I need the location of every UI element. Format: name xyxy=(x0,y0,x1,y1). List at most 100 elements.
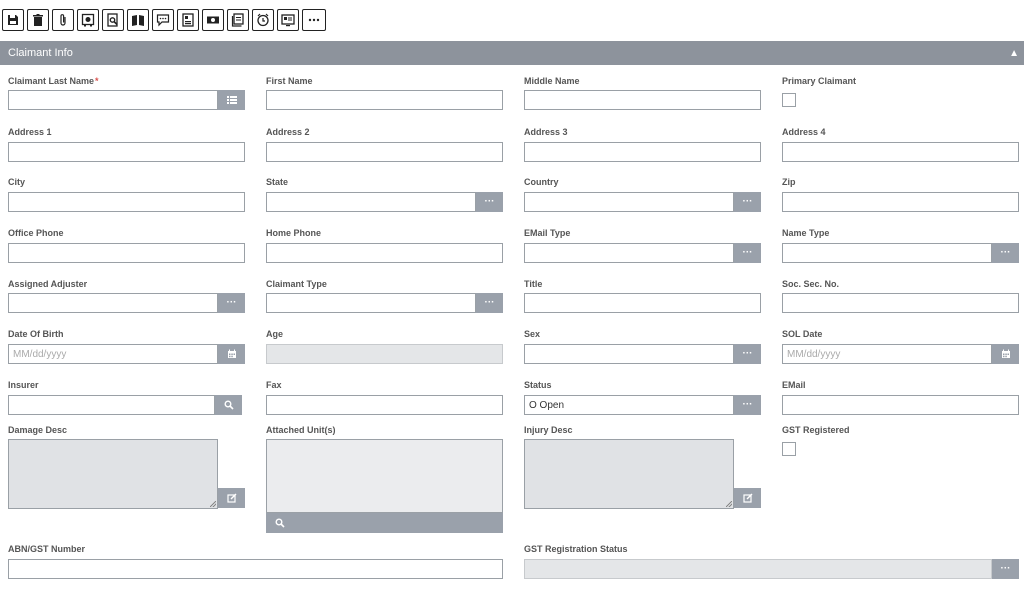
damage-desc-label: Damage Desc xyxy=(8,425,68,435)
more-icon xyxy=(308,18,320,22)
injury-desc-textarea[interactable] xyxy=(524,439,734,509)
age-label: Age xyxy=(266,329,284,339)
chevron-up-icon[interactable]: ▲ xyxy=(1009,41,1019,67)
ellipsis-icon: ··· xyxy=(742,247,753,258)
name-type-lookup-button[interactable]: ··· xyxy=(992,243,1019,263)
ellipsis-icon: ··· xyxy=(484,297,495,308)
sex-input[interactable] xyxy=(524,344,734,364)
claimant-type-lookup-button[interactable]: ··· xyxy=(476,293,503,313)
id-card-icon xyxy=(182,13,194,27)
document-search-button[interactable] xyxy=(102,9,124,31)
country-lookup-button[interactable]: ··· xyxy=(734,192,761,212)
adjuster-lookup-button[interactable]: ··· xyxy=(218,293,245,313)
resize-handle-icon[interactable] xyxy=(726,501,732,507)
primary-claimant-checkbox[interactable] xyxy=(782,93,796,107)
list-button[interactable] xyxy=(218,90,245,110)
zip-label: Zip xyxy=(782,177,796,187)
comment-button[interactable] xyxy=(152,9,174,31)
primary-claimant-label: Primary Claimant xyxy=(782,76,857,86)
attached-units-search-button[interactable] xyxy=(266,513,503,533)
middle-name-input[interactable] xyxy=(524,90,761,110)
country-label: Country xyxy=(524,177,559,187)
attach-button[interactable] xyxy=(52,9,74,31)
notes-icon xyxy=(231,13,244,27)
sex-lookup-button[interactable]: ··· xyxy=(734,344,761,364)
dob-calendar-button[interactable] xyxy=(218,344,245,364)
screen-button[interactable] xyxy=(277,9,299,31)
dob-input[interactable] xyxy=(8,344,218,364)
email-label: EMail xyxy=(782,380,806,390)
trash-icon xyxy=(33,14,43,26)
fax-input[interactable] xyxy=(266,395,503,415)
email-input[interactable] xyxy=(782,395,1019,415)
gst-status-input xyxy=(524,559,992,579)
home-phone-label: Home Phone xyxy=(266,228,322,238)
age-input xyxy=(266,344,503,364)
office-phone-input[interactable] xyxy=(8,243,245,263)
safe-icon xyxy=(81,13,95,27)
abn-gst-label: ABN/GST Number xyxy=(8,544,86,554)
save-button[interactable] xyxy=(2,9,24,31)
clock-button[interactable] xyxy=(252,9,274,31)
sol-date-calendar-button[interactable] xyxy=(992,344,1019,364)
toolbar xyxy=(2,9,329,31)
notes-button[interactable] xyxy=(227,9,249,31)
country-input[interactable] xyxy=(524,192,734,212)
assigned-adjuster-input[interactable] xyxy=(8,293,218,313)
claimant-type-input[interactable] xyxy=(266,293,476,313)
attached-units-list[interactable] xyxy=(266,439,503,513)
resize-handle-icon[interactable] xyxy=(210,501,216,507)
claimant-last-name-input[interactable] xyxy=(8,90,218,110)
address4-label: Address 4 xyxy=(782,127,826,137)
damage-desc-edit-button[interactable] xyxy=(218,488,245,508)
city-input[interactable] xyxy=(8,192,245,212)
email-type-lookup-button[interactable]: ··· xyxy=(734,243,761,263)
injury-desc-edit-button[interactable] xyxy=(734,488,761,508)
clock-icon xyxy=(257,13,269,27)
more-button[interactable] xyxy=(302,9,326,31)
insurer-input[interactable] xyxy=(8,395,215,415)
book-button[interactable] xyxy=(127,9,149,31)
damage-desc-textarea[interactable] xyxy=(8,439,218,509)
state-input[interactable] xyxy=(266,192,476,212)
gst-registered-checkbox[interactable] xyxy=(782,442,796,456)
ellipsis-icon: ··· xyxy=(742,196,753,207)
claimant-last-name-label: Claimant Last Name* xyxy=(8,76,99,86)
middle-name-label: Middle Name xyxy=(524,76,580,86)
search-icon xyxy=(275,518,285,528)
calendar-icon xyxy=(1001,349,1010,358)
address4-input[interactable] xyxy=(782,142,1019,162)
abn-gst-input[interactable] xyxy=(8,559,503,579)
home-phone-input[interactable] xyxy=(266,243,503,263)
title-input[interactable] xyxy=(524,293,761,313)
first-name-input[interactable] xyxy=(266,90,503,110)
section-header-claimant-info[interactable]: Claimant Info ▲ xyxy=(0,41,1024,65)
sol-date-input[interactable] xyxy=(782,344,992,364)
money-button[interactable] xyxy=(202,9,224,31)
zip-input[interactable] xyxy=(782,192,1019,212)
name-type-input[interactable] xyxy=(782,243,992,263)
safe-button[interactable] xyxy=(77,9,99,31)
ssn-label: Soc. Sec. No. xyxy=(782,279,840,289)
ellipsis-icon: ··· xyxy=(484,196,495,207)
address2-input[interactable] xyxy=(266,142,503,162)
address3-input[interactable] xyxy=(524,142,761,162)
status-input[interactable] xyxy=(524,395,734,415)
screen-icon xyxy=(281,14,295,27)
injury-desc-label: Injury Desc xyxy=(524,425,573,435)
id-card-button[interactable] xyxy=(177,9,199,31)
gst-status-lookup-button[interactable]: ··· xyxy=(992,559,1019,579)
ellipsis-icon: ··· xyxy=(742,348,753,359)
delete-button[interactable] xyxy=(27,9,49,31)
insurer-search-button[interactable] xyxy=(215,395,242,415)
city-label: City xyxy=(8,177,26,187)
ellipsis-icon: ··· xyxy=(1000,247,1011,258)
state-lookup-button[interactable]: ··· xyxy=(476,192,503,212)
dob-label: Date Of Birth xyxy=(8,329,64,339)
address1-input[interactable] xyxy=(8,142,245,162)
fax-label: Fax xyxy=(266,380,282,390)
ssn-input[interactable] xyxy=(782,293,1019,313)
claimant-type-label: Claimant Type xyxy=(266,279,327,289)
email-type-input[interactable] xyxy=(524,243,734,263)
status-lookup-button[interactable]: ··· xyxy=(734,395,761,415)
